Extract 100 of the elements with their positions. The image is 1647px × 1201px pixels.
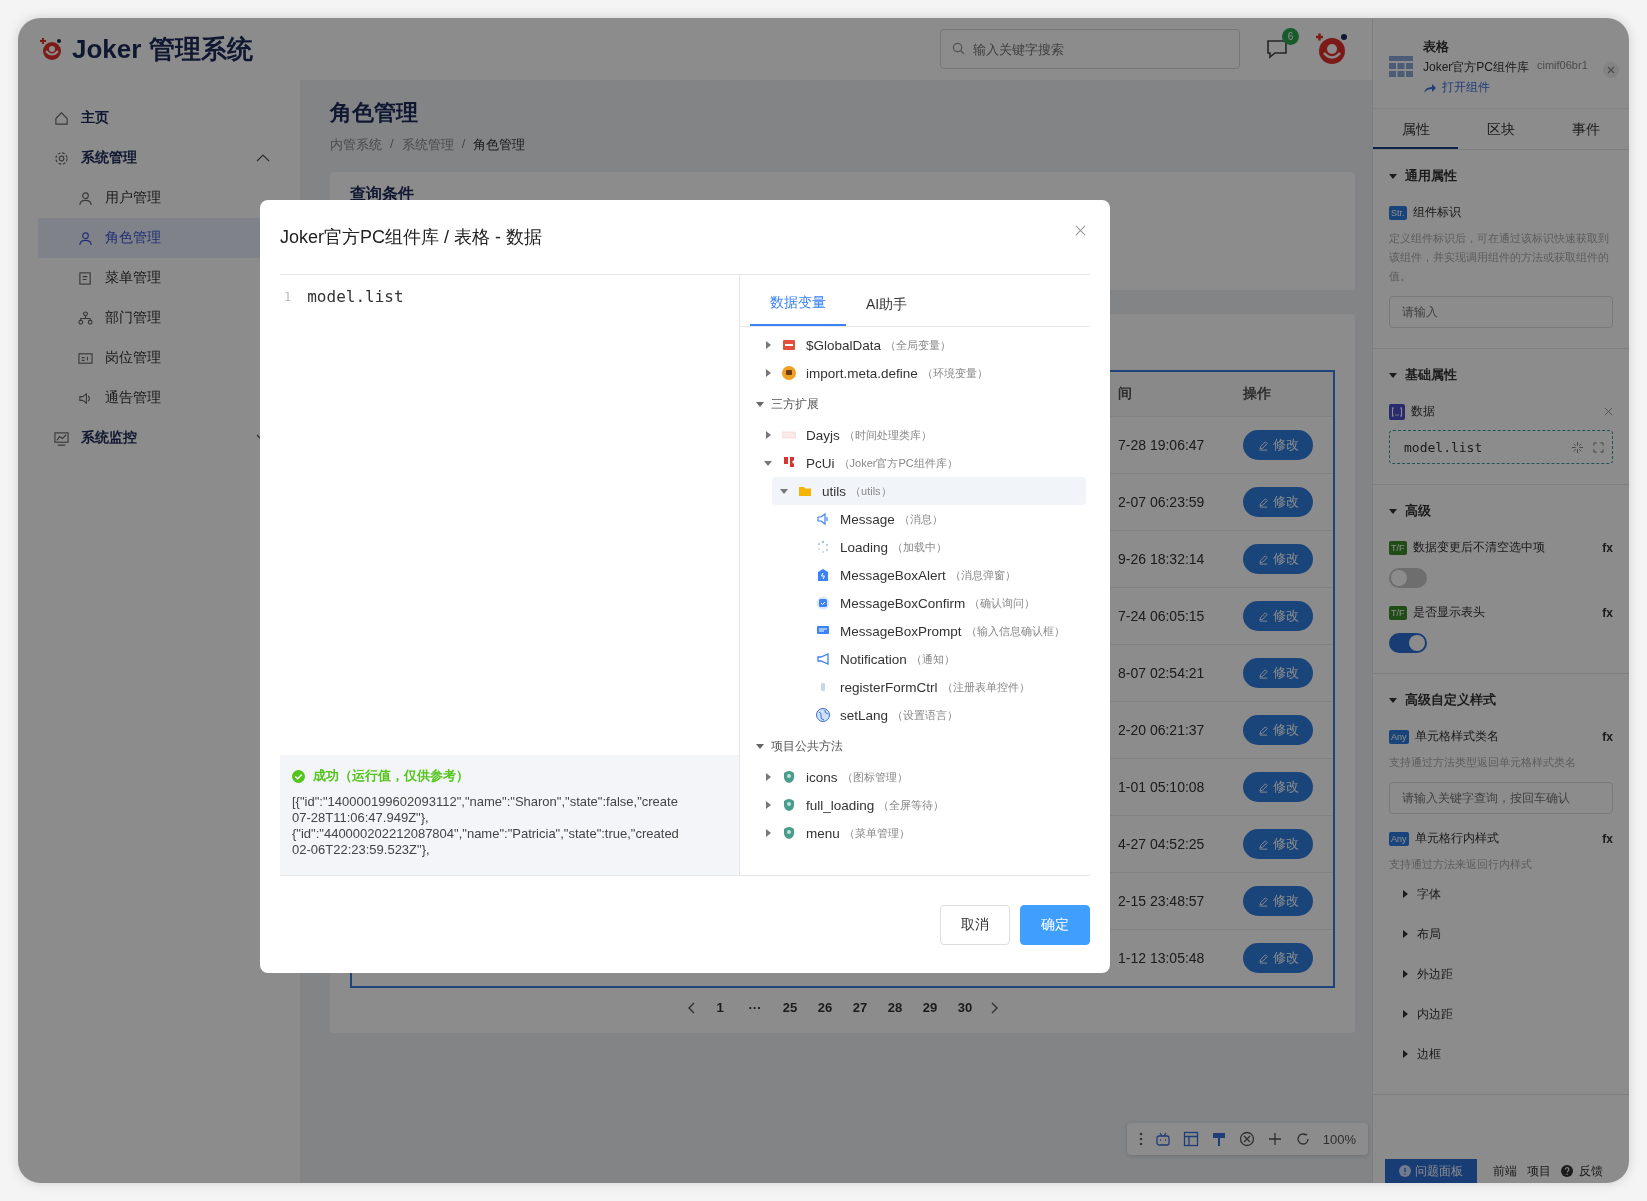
tree-node[interactable]: MessageBoxPrompt （输入信息确认框） [740, 617, 1086, 645]
search-icon [952, 42, 965, 55]
confirm-icon [816, 596, 830, 610]
page-number[interactable]: 26 [814, 1000, 836, 1015]
expand-icon[interactable] [1593, 441, 1604, 453]
subsection-header[interactable]: 字体 [1389, 874, 1613, 914]
sparkle-icon[interactable] [1572, 441, 1583, 453]
formula-toggle[interactable]: fx [1602, 540, 1613, 555]
page-number[interactable]: ··· [744, 1000, 766, 1015]
section-header[interactable]: 通用属性 [1389, 164, 1613, 188]
tree-group[interactable]: 三方扩展 [740, 387, 1086, 421]
org-icon [78, 310, 93, 326]
sidebar-item[interactable]: 系统管理 [18, 138, 300, 178]
property-label: 组件标识 [1412, 204, 1462, 221]
refresh-icon[interactable] [1294, 1131, 1311, 1147]
tree-node[interactable]: Message （消息） [740, 505, 1086, 533]
input-field[interactable]: 请输入关键字查询，按回车确认 [1389, 782, 1613, 814]
input-field[interactable]: 请输入 [1389, 296, 1613, 328]
page-number[interactable]: 27 [849, 1000, 871, 1015]
caret-icon [1389, 371, 1397, 379]
code-line: model.list [307, 287, 404, 307]
next-page-icon[interactable] [989, 1001, 998, 1014]
section-header[interactable]: 基础属性 [1389, 363, 1613, 387]
edit-button[interactable]: 修改 [1243, 715, 1313, 745]
open-component-link[interactable]: 打开组件 [1423, 79, 1593, 96]
megaphone-icon [816, 652, 830, 666]
layout-icon[interactable] [1182, 1131, 1199, 1147]
section-header[interactable]: 高级自定义样式 [1389, 688, 1613, 712]
edit-button[interactable]: 修改 [1243, 430, 1313, 460]
caret-icon [756, 400, 764, 408]
code-field[interactable]: model.list [1389, 430, 1613, 464]
confirm-button[interactable]: 确定 [1020, 904, 1090, 945]
tree-node[interactable]: Notification （通知） [740, 645, 1086, 673]
edit-button[interactable]: 修改 [1243, 829, 1313, 859]
tree-node[interactable]: setLang （设置语言） [740, 701, 1086, 729]
caret-icon [1401, 1050, 1409, 1058]
tree-node[interactable]: import.meta.define （环境变量） [740, 359, 1086, 387]
edit-button[interactable]: 修改 [1243, 544, 1313, 574]
close-circle-icon[interactable] [1238, 1131, 1255, 1147]
edit-button[interactable]: 修改 [1243, 601, 1313, 631]
plus-icon[interactable] [1266, 1131, 1283, 1147]
dialog-tab[interactable]: 数据变量 [750, 294, 846, 326]
tree-node[interactable]: $GlobalData （全局变量） [740, 331, 1086, 359]
toggle-switch[interactable] [1389, 568, 1427, 588]
section-header[interactable]: 高级 [1389, 499, 1613, 523]
cancel-button[interactable]: 取消 [940, 904, 1010, 945]
breadcrumb-separator: / [461, 136, 466, 153]
tree-node[interactable]: MessageBoxConfirm （确认询问） [740, 589, 1086, 617]
brackets-icon [1389, 403, 1405, 420]
status-link[interactable]: 反馈 [1579, 1162, 1603, 1180]
tree-node[interactable]: Loading （加载中） [740, 533, 1086, 561]
close-icon[interactable] [1603, 62, 1619, 78]
panel-tab[interactable]: 区块 [1458, 109, 1544, 149]
search-field[interactable]: 输入关键字搜索 [940, 29, 1240, 69]
subsection-header[interactable]: 内边距 [1389, 994, 1613, 1034]
tree-node[interactable]: registerFormCtrl （注册表单控件） [740, 673, 1086, 701]
clear-icon[interactable] [1604, 407, 1613, 416]
page-number[interactable]: 29 [919, 1000, 941, 1015]
edit-button[interactable]: 修改 [1243, 487, 1313, 517]
toggle-switch[interactable] [1389, 633, 1427, 653]
status-link[interactable]: 前端 [1493, 1162, 1517, 1180]
drag-handle-icon[interactable] [1138, 1131, 1143, 1147]
tree-node[interactable]: Dayjs （时间处理类库） [740, 421, 1086, 449]
tree-node[interactable]: full_loading （全屏等待） [740, 791, 1086, 819]
edit-button[interactable]: 修改 [1243, 886, 1313, 916]
previous-page-icon[interactable] [687, 1001, 696, 1014]
tree-node[interactable]: PcUi （Joker官方PC组件库） [740, 449, 1086, 477]
tree-node[interactable]: MessageBoxAlert （消息弹窗） [740, 561, 1086, 589]
page-number[interactable]: 25 [779, 1000, 801, 1015]
edit-button[interactable]: 修改 [1243, 772, 1313, 802]
subsection-header[interactable]: 外边距 [1389, 954, 1613, 994]
tree-node[interactable]: icons （图标管理） [740, 763, 1086, 791]
chat-icon[interactable] [1266, 39, 1288, 59]
tree-node[interactable]: utils （utils） [772, 477, 1086, 505]
issues-button[interactable]: 问题面板 [1385, 1159, 1477, 1183]
sidebar-item[interactable]: 用户管理 [18, 178, 300, 218]
edit-button[interactable]: 修改 [1243, 943, 1313, 973]
page-number[interactable]: 28 [884, 1000, 906, 1015]
tree-group[interactable]: 项目公共方法 [740, 729, 1086, 763]
page-number[interactable]: 30 [954, 1000, 976, 1015]
close-icon[interactable] [1075, 224, 1086, 236]
zoom-level[interactable]: 100% [1322, 1131, 1356, 1147]
dialog-tab[interactable]: AI助手 [846, 296, 928, 326]
formula-toggle[interactable]: fx [1602, 831, 1613, 846]
subsection-header[interactable]: 边框 [1389, 1034, 1613, 1074]
edit-button[interactable]: 修改 [1243, 658, 1313, 688]
panel-tab[interactable]: 事件 [1543, 109, 1629, 149]
panel-tab[interactable]: 属性 [1373, 109, 1459, 149]
sidebar-item[interactable]: 主页 [18, 98, 300, 138]
formula-toggle[interactable]: fx [1602, 729, 1613, 744]
status-link[interactable]: 项目 [1527, 1162, 1551, 1180]
pencil-icon [1257, 667, 1269, 679]
brush-icon[interactable] [1210, 1131, 1227, 1147]
page-number[interactable]: 1 [709, 1000, 731, 1015]
tree-node[interactable]: menu （菜单管理） [740, 819, 1086, 847]
monitor-icon [54, 430, 69, 446]
subsection-header[interactable]: 布局 [1389, 914, 1613, 954]
formula-toggle[interactable]: fx [1602, 605, 1613, 620]
robot-icon[interactable] [1154, 1131, 1171, 1147]
avatar-icon[interactable] [1314, 31, 1350, 67]
